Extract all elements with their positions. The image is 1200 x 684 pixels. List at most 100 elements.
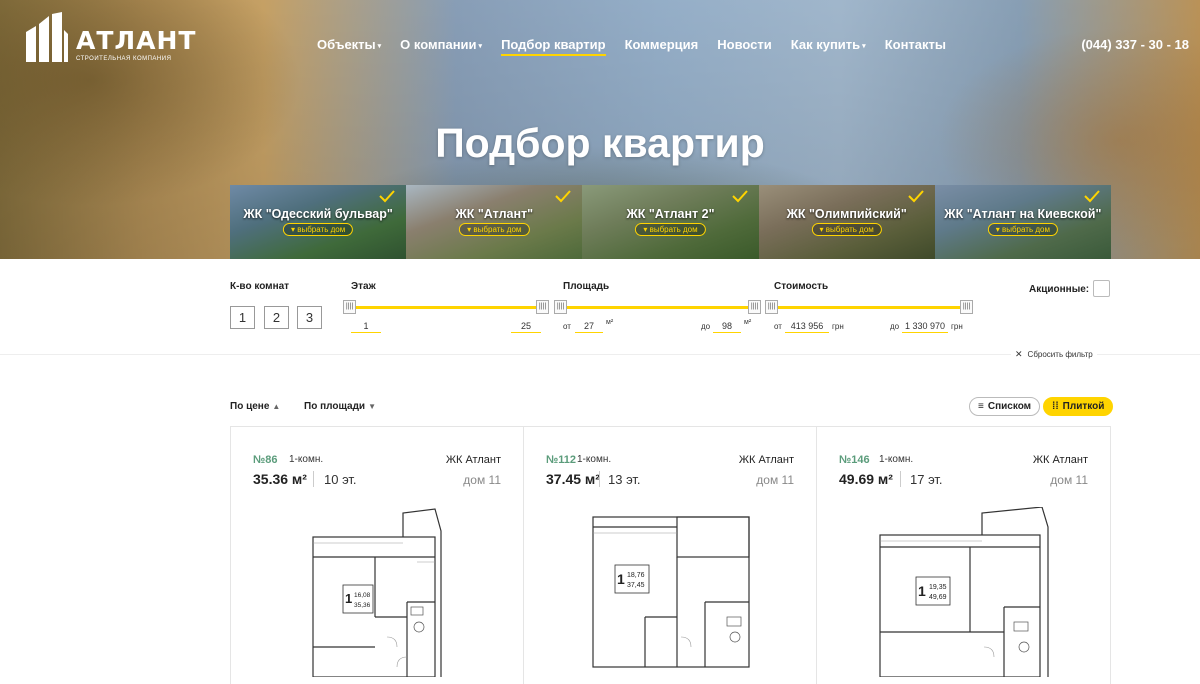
nav-item-commerce[interactable]: Коммерция <box>625 37 699 56</box>
apartment-card[interactable]: №112 1-комн. ЖК Атлант 37.45 м² 13 эт. д… <box>524 427 817 684</box>
nav-item-contacts[interactable]: Контакты <box>885 37 946 56</box>
slider-handle-min[interactable]: |||| <box>554 300 567 314</box>
slider-handle-min[interactable]: |||| <box>343 300 356 314</box>
logo-tagline: СТРОИТЕЛЬНАЯ КОМПАНИЯ <box>76 56 172 62</box>
apartment-floor: 17 эт. <box>910 472 943 487</box>
promo-checkbox[interactable] <box>1093 280 1110 297</box>
logo[interactable]: АТЛАНТ СТРОИТЕЛЬНАЯ КОМПАНИЯ <box>24 12 196 68</box>
hero-header: АТЛАНТ СТРОИТЕЛЬНАЯ КОМПАНИЯ Объекты О к… <box>0 0 1200 259</box>
apartment-card[interactable]: №146 1-комн. ЖК Атлант 49.69 м² 17 эт. д… <box>817 427 1110 684</box>
apartment-floor: 13 эт. <box>608 472 641 487</box>
area-max-value[interactable]: 98 <box>713 321 741 333</box>
view-tile-label: Плиткой <box>1062 401 1105 412</box>
choose-house-button[interactable]: ▾ выбрать дом <box>282 223 354 236</box>
choose-house-button[interactable]: ▾ выбрать дом <box>987 223 1058 236</box>
apartment-area: 35.36 м² <box>253 471 307 487</box>
divider <box>313 471 314 487</box>
svg-text:1: 1 <box>918 583 926 599</box>
apartment-rooms: 1-комн. <box>289 454 324 465</box>
rooms-option-3[interactable]: 3 <box>297 306 322 329</box>
slider-track <box>560 306 755 309</box>
price-currency: грн <box>832 322 844 331</box>
area-unit: м² <box>744 319 752 326</box>
plan-living-area: 19,35 <box>929 584 947 591</box>
sort-by-area[interactable]: По площади ▼ <box>304 401 376 412</box>
rooms-option-1[interactable]: 1 <box>230 306 255 329</box>
promo-label: Акционные: <box>1029 284 1090 295</box>
choose-house-button[interactable]: ▾ выбрать дом <box>811 223 882 236</box>
floor-slider[interactable]: |||| |||| <box>343 300 549 314</box>
complex-tile[interactable]: ЖК "Олимпийский" ▾ выбрать дом <box>758 185 935 259</box>
price-from-prefix: от <box>774 322 782 331</box>
apartment-floor: 10 эт. <box>324 472 357 487</box>
slider-handle-max[interactable]: |||| <box>536 300 549 314</box>
choose-house-button[interactable]: ▾ выбрать дом <box>635 223 706 236</box>
complex-tile[interactable]: ЖК "Атлант на Киевской" ▾ выбрать дом <box>934 185 1111 259</box>
checkmark-icon[interactable] <box>554 189 572 203</box>
sort-label: По площади <box>304 401 366 412</box>
price-slider[interactable]: |||| |||| <box>765 300 973 314</box>
floor-plan-image: 1 18,76 37,45 <box>592 516 750 668</box>
nav-item-about[interactable]: О компании <box>400 37 482 56</box>
complex-title: ЖК "Одесский бульвар" <box>243 207 393 221</box>
sort-by-price[interactable]: По цене ▲ <box>230 401 280 412</box>
price-max-value[interactable]: 1 330 970 <box>902 321 948 333</box>
price-label: Стоимость <box>774 281 829 292</box>
price-to-prefix: до <box>890 322 900 331</box>
divider <box>900 471 901 487</box>
price-min-value[interactable]: 413 956 <box>785 321 829 333</box>
logo-mark-icon <box>26 12 68 62</box>
choose-house-button[interactable]: ▾ выбрать дом <box>459 223 530 236</box>
apartment-house: дом 11 <box>756 473 794 487</box>
view-list-button[interactable]: ≡ Списком <box>969 397 1041 416</box>
complex-title: ЖК "Атлант на Киевской" <box>944 207 1102 221</box>
plan-total-area: 37,45 <box>627 582 645 589</box>
complex-tile[interactable]: ЖК "Атлант" ▾ выбрать дом <box>406 185 583 259</box>
apartment-card[interactable]: №86 1-комн. ЖК Атлант 35.36 м² 10 эт. до… <box>231 427 524 684</box>
floor-max-value[interactable]: 25 <box>511 321 541 333</box>
phone-number[interactable]: (044) 337 - 30 - 18 <box>1081 37 1189 52</box>
nav-item-objects[interactable]: Объекты <box>317 37 381 56</box>
apartment-house: дом 11 <box>1050 473 1088 487</box>
grid-icon: ⁞⁞ <box>1052 401 1059 412</box>
view-tile-button[interactable]: ⁞⁞ Плиткой <box>1043 397 1114 416</box>
floor-plan-image: 1 16,08 35,36 <box>312 508 442 677</box>
checkmark-icon[interactable] <box>731 189 749 203</box>
floor-plan-image: 1 19,35 49,69 <box>878 507 1049 677</box>
apartment-house: дом 11 <box>463 473 501 487</box>
complex-title: ЖК "Олимпийский" <box>786 207 907 221</box>
apartment-number: №146 <box>839 454 870 466</box>
slider-handle-max[interactable]: |||| <box>748 300 761 314</box>
slider-handle-max[interactable]: |||| <box>960 300 973 314</box>
main-nav: Объекты О компании Подбор квартир Коммер… <box>317 37 965 56</box>
apartment-rooms: 1-комн. <box>879 454 914 465</box>
svg-text:1: 1 <box>345 591 352 606</box>
floor-min-value[interactable]: 1 <box>351 321 381 333</box>
area-from-prefix: от <box>563 322 571 331</box>
apartment-filter: К-во комнат 1 2 3 Этаж |||| |||| 1 25 Пл… <box>0 259 1200 369</box>
apartment-complex: ЖК Атлант <box>445 454 501 466</box>
complex-tile[interactable]: ЖК "Одесский бульвар" ▾ выбрать дом <box>230 185 407 259</box>
nav-item-news[interactable]: Новости <box>717 37 772 56</box>
apartment-list: №86 1-комн. ЖК Атлант 35.36 м² 10 эт. до… <box>230 426 1111 684</box>
slider-handle-min[interactable]: |||| <box>765 300 778 314</box>
checkmark-icon[interactable] <box>1083 189 1101 203</box>
floor-label: Этаж <box>351 281 376 292</box>
reset-filter-button[interactable]: ✕ Сбросить фильтр <box>1011 349 1097 360</box>
checkmark-icon[interactable] <box>907 189 925 203</box>
area-slider[interactable]: |||| |||| <box>554 300 761 314</box>
complex-selector: ЖК "Одесский бульвар" ▾ выбрать дом ЖК "… <box>230 185 1111 259</box>
apartment-area: 49.69 м² <box>839 471 893 487</box>
rooms-label: К-во комнат <box>230 281 290 292</box>
price-currency: грн <box>951 322 963 331</box>
area-min-value[interactable]: 27 <box>575 321 603 333</box>
slider-track <box>771 306 967 309</box>
rooms-option-2[interactable]: 2 <box>264 306 289 329</box>
complex-tile[interactable]: ЖК "Атлант 2" ▾ выбрать дом <box>582 185 759 259</box>
apartment-complex: ЖК Атлант <box>738 454 794 466</box>
nav-item-apartment-search[interactable]: Подбор квартир <box>501 37 606 56</box>
close-icon: ✕ <box>1015 349 1023 359</box>
divider <box>599 471 600 487</box>
nav-item-how-to-buy[interactable]: Как купить <box>791 37 866 56</box>
checkmark-icon[interactable] <box>378 189 396 203</box>
